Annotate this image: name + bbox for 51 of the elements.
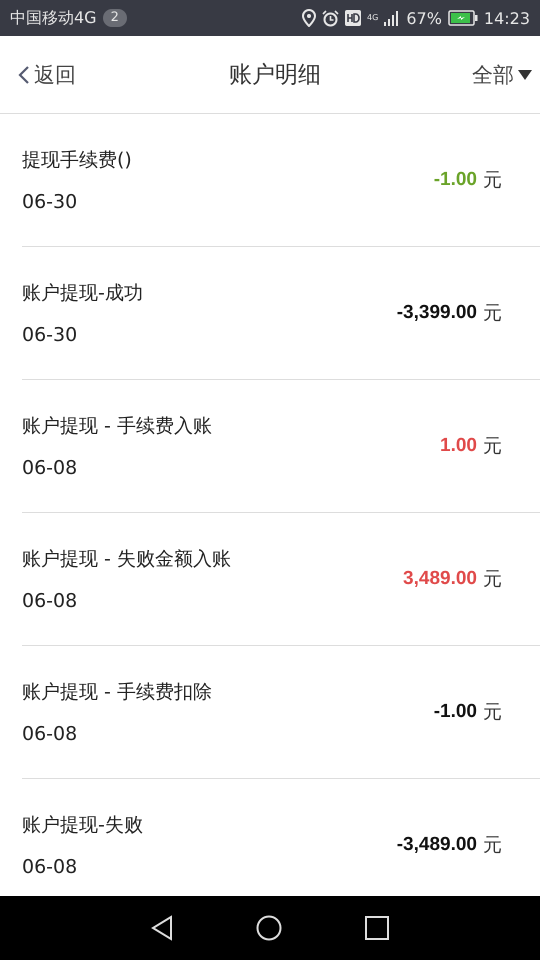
alarm-icon (322, 10, 340, 26)
chevron-left-icon (18, 64, 30, 84)
currency-unit: 元 (483, 301, 502, 326)
transaction-title: 账户提现 - 失败金额入账 (22, 547, 232, 572)
network-type: 4G (367, 14, 378, 22)
currency-unit: 元 (483, 700, 502, 725)
transaction-amount: 1.00 (440, 435, 477, 457)
currency-unit: 元 (483, 567, 502, 592)
circle-home-icon (256, 915, 282, 941)
square-recents-icon (364, 916, 389, 940)
clock-time: 14:23 (484, 8, 530, 28)
notification-count: 2 (102, 9, 127, 27)
hd-icon (345, 10, 362, 26)
transaction-row[interactable]: 账户提现 - 失败金额入账 06-08 3,489.00 元 (22, 513, 540, 646)
back-button[interactable]: 返回 (18, 60, 76, 88)
currency-unit: 元 (483, 434, 502, 459)
transaction-amount: -3,489.00 (396, 834, 477, 856)
recents-nav-button[interactable] (364, 916, 389, 940)
back-nav-button[interactable] (151, 915, 174, 941)
transaction-row[interactable]: 账户提现 - 手续费入账 06-08 1.00 元 (22, 380, 540, 513)
currency-unit: 元 (483, 168, 502, 193)
transaction-date: 06-08 (22, 457, 78, 479)
page-title: 账户明细 (229, 61, 321, 90)
transaction-title: 账户提现 - 手续费扣除 (22, 680, 213, 705)
transaction-amount: -3,399.00 (396, 302, 477, 324)
transaction-row[interactable]: 账户提现-成功 06-30 -3,399.00 元 (22, 247, 540, 380)
transaction-amount: -1.00 (434, 701, 477, 723)
transaction-title: 账户提现-失败 (22, 813, 144, 838)
transaction-date: 06-30 (22, 191, 78, 213)
transaction-date: 06-30 (22, 324, 78, 346)
signal-icon (384, 10, 400, 26)
transaction-amount: 3,489.00 (403, 568, 477, 590)
transaction-row[interactable]: 账户提现-失败 06-08 -3,489.00 元 (22, 779, 540, 896)
transaction-amount: -1.00 (434, 169, 477, 191)
carrier-name: 中国移动4G (10, 8, 97, 28)
triangle-back-icon (151, 915, 174, 941)
transaction-title: 账户提现 - 手续费入账 (22, 414, 213, 439)
currency-unit: 元 (483, 833, 502, 858)
transaction-date: 06-08 (22, 723, 78, 745)
home-nav-button[interactable] (256, 915, 282, 941)
transaction-row[interactable]: 提现手续费() 06-30 -1.00 元 (22, 114, 540, 247)
battery-percent: 67% (406, 8, 442, 28)
location-icon (302, 9, 316, 27)
transaction-title: 账户提现-成功 (22, 281, 144, 306)
transaction-row[interactable]: 账户提现 - 手续费扣除 06-08 -1.00 元 (22, 646, 540, 779)
transaction-date: 06-08 (22, 590, 78, 612)
transaction-title: 提现手续费() (22, 148, 133, 173)
battery-icon (448, 10, 478, 26)
caret-down-icon (518, 70, 532, 80)
transaction-date: 06-08 (22, 856, 78, 878)
filter-dropdown[interactable]: 全部 (472, 60, 532, 88)
